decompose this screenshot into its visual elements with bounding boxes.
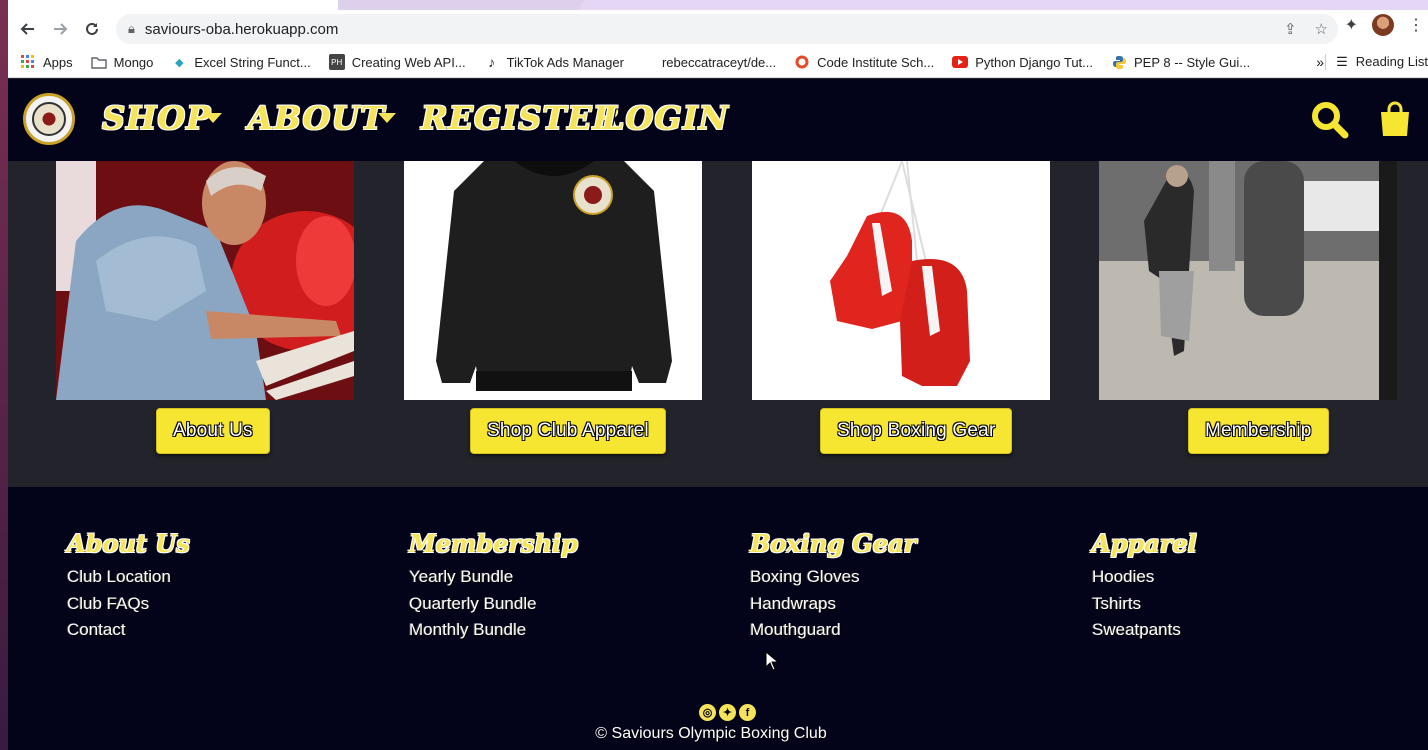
tab-other[interactable] (580, 0, 1428, 10)
footer-col-membership: Membership Yearly Bundle Quarterly Bundl… (409, 529, 578, 644)
bookmark-apps[interactable]: Apps (20, 54, 73, 70)
profile-avatar[interactable] (1372, 14, 1394, 36)
fish-icon: ◆ (175, 56, 184, 69)
footer-heading: About Us (67, 529, 190, 558)
membership-button[interactable]: Membership (1188, 408, 1329, 454)
footer-link-club-faqs[interactable]: Club FAQs (67, 591, 190, 618)
bookmark-mongo[interactable]: Mongo (90, 54, 154, 70)
facebook-icon[interactable]: f (739, 704, 756, 721)
reading-list-button[interactable]: ☰ Reading List (1325, 54, 1428, 70)
bookmark-label: PEP 8 -- Style Gui... (1134, 54, 1251, 70)
python-icon (1111, 54, 1127, 70)
search-icon[interactable] (1311, 101, 1349, 144)
folder-icon (90, 54, 107, 70)
tiktok-icon: ♪ (488, 54, 496, 70)
bookmark-label: Code Institute Sch... (817, 54, 935, 70)
back-icon[interactable] (12, 13, 44, 45)
about-us-button[interactable]: About Us (156, 408, 270, 454)
browser-window: 🔒︎ saviours-oba.herokuapp.com ⇪ ☆ ✦ ⋮ Ap… (8, 0, 1428, 750)
nav-register[interactable]: REGISTER (421, 99, 620, 137)
url-text: saviours-oba.herokuapp.com (144, 20, 339, 38)
reading-list-label: Reading List (1355, 54, 1428, 69)
reading-list-icon: ☰ (1336, 54, 1348, 69)
share-icon[interactable]: ⇪ (1284, 20, 1297, 38)
shop-boxing-gear-button[interactable]: Shop Boxing Gear (820, 408, 1013, 454)
bookmark-rebecca[interactable]: rebeccatraceyt/de... (662, 55, 776, 70)
footer-link-boxing-gloves[interactable]: Boxing Gloves (750, 564, 916, 591)
footer-heading: Membership (409, 529, 578, 558)
tab-strip (8, 0, 1428, 10)
social-links: ◎ ✦ f (699, 704, 756, 721)
nav-login[interactable]: LOGIN (602, 99, 729, 137)
bookmark-webapi[interactable]: PH Creating Web API... (328, 54, 466, 70)
gloves-photo (752, 161, 1050, 400)
bookmark-code-institute[interactable]: Code Institute Sch... (794, 54, 934, 70)
instagram-icon[interactable]: ◎ (699, 704, 716, 721)
footer-link-contact[interactable]: Contact (67, 617, 190, 644)
footer-heading: Apparel (1092, 529, 1197, 558)
ph-icon: PH (328, 54, 345, 70)
mouse-pointer-icon (765, 650, 780, 676)
reload-icon[interactable] (76, 13, 108, 45)
card-membership: Membership (1099, 161, 1397, 454)
footer-link-quarterly-bundle[interactable]: Quarterly Bundle (409, 591, 578, 618)
copyright-text: © Saviours Olympic Boxing Club (595, 725, 827, 742)
site-navbar: SHOP ABOUT REGISTER LOGIN (8, 79, 1428, 161)
about-chevron-down-icon[interactable] (378, 113, 396, 123)
forward-icon[interactable] (44, 13, 76, 45)
bookmark-pep8[interactable]: PEP 8 -- Style Gui... (1111, 54, 1250, 70)
nav-about[interactable]: ABOUT (248, 99, 385, 137)
card-apparel: Shop Club Apparel (404, 161, 702, 454)
shopping-bag-icon[interactable] (1378, 101, 1412, 142)
apps-grid-icon (20, 54, 36, 70)
desktop-background (0, 0, 8, 750)
bookmark-label: Mongo (113, 54, 154, 70)
bookmark-label: Excel String Funct... (194, 54, 311, 70)
bookmark-label: Python Django Tut... (975, 54, 1093, 70)
coach-photo (56, 161, 354, 400)
category-cards: About Us Shop Club Apparel Shop Boxing G… (8, 161, 1428, 487)
hoodie-photo (404, 161, 702, 400)
footer-link-sweatpants[interactable]: Sweatpants (1092, 617, 1197, 644)
tab-active[interactable] (8, 0, 338, 10)
site-footer: About Us Club Location Club FAQs Contact… (8, 487, 1428, 750)
footer-link-monthly-bundle[interactable]: Monthly Bundle (409, 617, 578, 644)
footer-link-tshirts[interactable]: Tshirts (1092, 591, 1197, 618)
extensions-puzzle-icon[interactable]: ✦ (1345, 15, 1358, 35)
bookmarks-overflow-button[interactable]: » (1316, 54, 1324, 70)
bookmark-star-icon[interactable]: ☆ (1315, 20, 1328, 38)
address-bar[interactable]: 🔒︎ saviours-oba.herokuapp.com ⇪ ☆ (116, 14, 1338, 44)
footer-col-apparel: Apparel Hoodies Tshirts Sweatpants (1092, 529, 1197, 644)
footer-link-mouthguard[interactable]: Mouthguard (750, 617, 916, 644)
footer-link-yearly-bundle[interactable]: Yearly Bundle (409, 564, 578, 591)
bookmark-label: Creating Web API... (351, 54, 466, 70)
bookmark-tiktok[interactable]: ♪ TikTok Ads Manager (484, 54, 624, 70)
ring-icon (794, 54, 810, 70)
bookmarks-bar: Apps Mongo ◆ Excel String Funct... PH Cr… (8, 47, 1428, 78)
bookmark-label: Apps (43, 54, 73, 70)
browser-toolbar: 🔒︎ saviours-oba.herokuapp.com ⇪ ☆ ✦ ⋮ (8, 10, 1428, 47)
bookmark-django[interactable]: Python Django Tut... (952, 54, 1093, 70)
footer-col-gear: Boxing Gear Boxing Gloves Handwraps Mout… (750, 529, 916, 644)
club-logo[interactable] (23, 93, 75, 145)
bookmark-label: rebeccatraceyt/de... (661, 54, 777, 70)
footer-link-handwraps[interactable]: Handwraps (750, 591, 916, 618)
footer-link-hoodies[interactable]: Hoodies (1092, 564, 1197, 591)
gym-photo (1099, 161, 1397, 400)
card-gear: Shop Boxing Gear (752, 161, 1050, 454)
twitter-icon[interactable]: ✦ (719, 704, 736, 721)
footer-heading: Boxing Gear (750, 529, 917, 558)
youtube-icon (952, 54, 969, 70)
shop-chevron-down-icon[interactable] (204, 113, 222, 123)
card-about: About Us (56, 161, 354, 454)
lock-icon: 🔒︎ (128, 21, 135, 36)
footer-link-club-location[interactable]: Club Location (67, 564, 190, 591)
footer-col-about: About Us Club Location Club FAQs Contact (67, 529, 190, 644)
nav-shop[interactable]: SHOP (102, 99, 211, 137)
shop-club-apparel-button[interactable]: Shop Club Apparel (470, 408, 666, 454)
bookmark-excel[interactable]: ◆ Excel String Funct... (171, 54, 311, 70)
browser-menu-icon[interactable]: ⋮ (1408, 15, 1424, 35)
bookmark-label: TikTok Ads Manager (506, 54, 624, 70)
